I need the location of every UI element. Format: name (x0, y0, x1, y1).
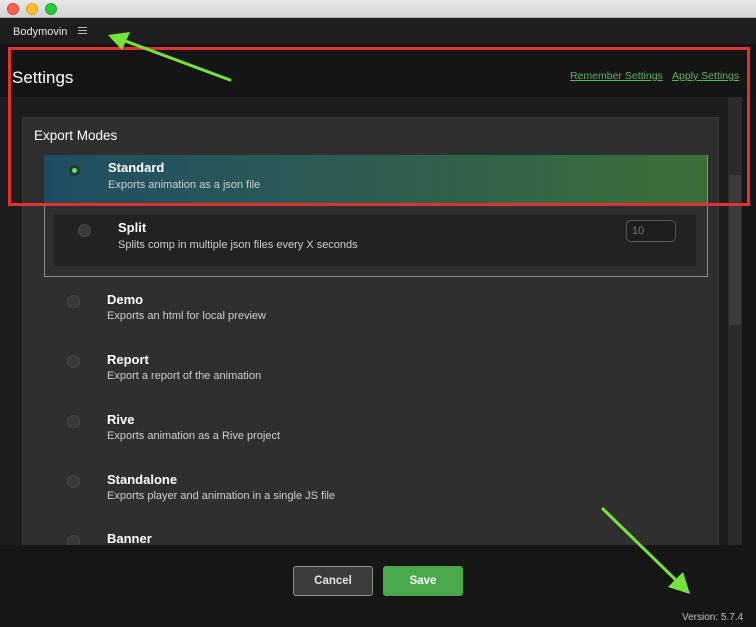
split-description: Splits comp in multiple json files every… (118, 239, 358, 251)
report-description: Export a report of the animation (107, 370, 262, 382)
rive-name: Rive (107, 412, 135, 427)
export-mode-rive[interactable]: Rive Exports animation as a Rive project (44, 410, 704, 450)
cancel-button[interactable]: Cancel (293, 566, 373, 596)
standalone-radio[interactable] (67, 475, 80, 488)
vertical-scrollbar[interactable] (728, 97, 742, 545)
zoom-window-button[interactable] (45, 3, 57, 15)
split-name: Split (118, 220, 147, 235)
app-bar: Bodymovin (0, 18, 756, 44)
export-mode-report[interactable]: Report Export a report of the animation (44, 350, 704, 390)
report-name: Report (107, 352, 149, 367)
minimize-window-button[interactable] (26, 3, 38, 15)
banner-radio[interactable] (67, 535, 80, 545)
standard-description: Exports animation as a json file (108, 179, 261, 191)
standard-name: Standard (108, 160, 165, 175)
page-title: Settings (12, 68, 74, 87)
settings-header: Settings Remember Settings Apply Setting… (0, 44, 756, 97)
standalone-name: Standalone (107, 472, 178, 487)
apply-settings-link[interactable]: Apply Settings (672, 70, 739, 82)
version-label: Version: 5.7.4 (682, 612, 744, 623)
split-seconds-input[interactable] (626, 220, 676, 242)
report-radio[interactable] (67, 355, 80, 368)
banner-name: Banner (107, 531, 152, 545)
standard-radio[interactable] (68, 164, 81, 177)
rive-description: Exports animation as a Rive project (107, 430, 281, 442)
rive-radio[interactable] (67, 415, 80, 428)
export-mode-banner[interactable]: Banner (44, 530, 704, 545)
save-button[interactable]: Save (383, 566, 463, 596)
export-mode-split[interactable]: Split Splits comp in multiple json files… (54, 215, 696, 266)
export-mode-standalone[interactable]: Standalone Exports player and animation … (44, 470, 704, 510)
app-name: Bodymovin (13, 26, 68, 38)
split-radio[interactable] (78, 224, 91, 237)
window-titlebar (0, 0, 756, 18)
close-window-button[interactable] (7, 3, 19, 15)
export-mode-demo[interactable]: Demo Exports an html for local preview (44, 290, 704, 330)
dialog-footer: Cancel Save Version: 5.7.4 (0, 545, 756, 627)
remember-settings-link[interactable]: Remember Settings (570, 70, 663, 82)
hamburger-menu-icon[interactable] (78, 27, 87, 34)
demo-radio[interactable] (67, 295, 80, 308)
export-modes-title: Export Modes (34, 128, 118, 143)
standalone-description: Exports player and animation in a single… (107, 490, 336, 502)
demo-description: Exports an html for local preview (107, 310, 266, 322)
scrollbar-thumb[interactable] (729, 175, 741, 325)
demo-name: Demo (107, 292, 144, 307)
export-mode-standard[interactable]: Standard Exports animation as a json fil… (44, 155, 707, 204)
